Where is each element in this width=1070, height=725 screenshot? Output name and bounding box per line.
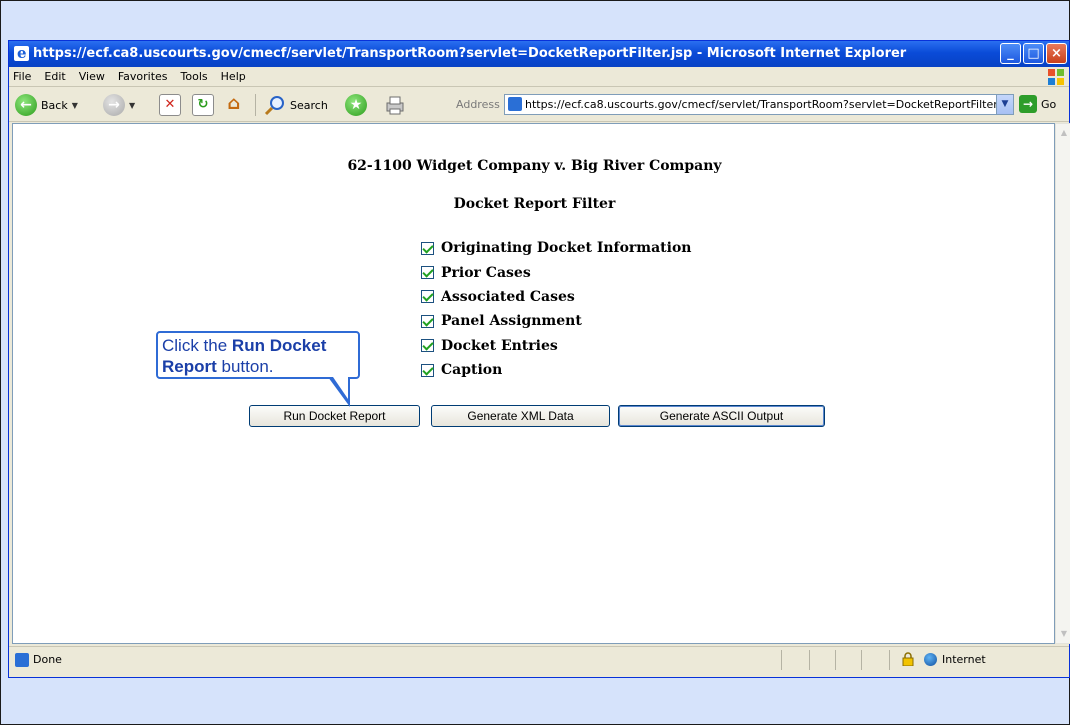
ie-icon xyxy=(14,41,29,66)
refresh-button[interactable]: ↻ xyxy=(192,92,214,118)
chevron-down-icon: ▼ xyxy=(129,100,136,110)
option-label: Docket Entries xyxy=(441,337,558,354)
menu-tools[interactable]: Tools xyxy=(181,67,208,86)
menu-favorites[interactable]: Favorites xyxy=(118,67,168,86)
home-icon: ⌂ xyxy=(227,93,241,114)
instruction-callout: Click the Run Docket Report button. xyxy=(156,331,360,379)
go-button[interactable]: → Go xyxy=(1019,95,1056,113)
option-row: Caption xyxy=(421,358,691,382)
callout-prefix: Click the xyxy=(162,336,232,355)
originating-docket-checkbox[interactable] xyxy=(421,241,434,255)
status-divider xyxy=(861,650,862,670)
search-label: Search xyxy=(290,98,328,112)
option-row: Originating Docket Information xyxy=(421,236,691,260)
windows-logo-icon xyxy=(1048,69,1064,85)
form-title: Docket Report Filter xyxy=(453,196,616,212)
search-icon xyxy=(264,96,284,116)
run-docket-report-button[interactable]: Run Docket Report xyxy=(249,405,420,427)
callout-suffix: button. xyxy=(216,357,274,376)
back-label: Back xyxy=(41,98,68,112)
report-options: Originating Docket Information Prior Cas… xyxy=(421,236,691,382)
option-row: Prior Cases xyxy=(421,260,691,284)
menu-file[interactable]: File xyxy=(13,67,31,86)
callout-pointer-fill xyxy=(333,377,348,399)
window-title: https://ecf.ca8.uscourts.gov/cmecf/servl… xyxy=(33,46,907,61)
status-divider xyxy=(835,650,836,670)
option-row: Associated Cases xyxy=(421,285,691,309)
status-bar: Done Internet xyxy=(9,646,1069,672)
option-label: Caption xyxy=(441,362,503,379)
option-label: Associated Cases xyxy=(441,288,575,305)
favorites-button[interactable]: ★ xyxy=(345,92,367,118)
menu-view[interactable]: View xyxy=(79,67,105,86)
print-button[interactable] xyxy=(384,92,406,118)
case-title: 62-1100 Widget Company v. Big River Comp… xyxy=(347,158,722,174)
refresh-icon: ↻ xyxy=(192,94,214,116)
stop-icon: ✕ xyxy=(159,94,181,116)
menu-help[interactable]: Help xyxy=(221,67,246,86)
back-button[interactable]: ← Back ▼ xyxy=(15,92,78,118)
menu-bar: File Edit View Favorites Tools Help xyxy=(9,67,1069,87)
option-label: Originating Docket Information xyxy=(441,240,692,257)
address-value: https://ecf.ca8.uscourts.gov/cmecf/servl… xyxy=(525,98,1014,111)
generate-xml-button[interactable]: Generate XML Data xyxy=(431,405,610,427)
option-label: Panel Assignment xyxy=(441,313,582,330)
browser-window: https://ecf.ca8.uscourts.gov/cmecf/servl… xyxy=(8,40,1070,678)
associated-cases-checkbox[interactable] xyxy=(421,290,434,304)
page-icon xyxy=(508,97,522,111)
option-label: Prior Cases xyxy=(441,264,531,281)
generate-ascii-button[interactable]: Generate ASCII Output xyxy=(618,405,825,427)
go-arrow-icon: → xyxy=(1019,95,1037,113)
minimize-button[interactable]: _ xyxy=(1000,43,1021,64)
chevron-down-icon: ▼ xyxy=(71,100,78,110)
address-bar[interactable]: https://ecf.ca8.uscourts.gov/cmecf/servl… xyxy=(504,94,1014,115)
internet-zone-icon xyxy=(924,653,937,666)
close-button[interactable]: × xyxy=(1046,43,1067,64)
status-text: Done xyxy=(33,653,62,666)
print-icon xyxy=(386,96,404,115)
maximize-button[interactable]: □ xyxy=(1023,43,1044,64)
forward-button[interactable]: → ▼ xyxy=(103,92,135,118)
scroll-up-icon[interactable]: ▲ xyxy=(1057,126,1070,140)
title-bar: https://ecf.ca8.uscourts.gov/cmecf/servl… xyxy=(9,41,1069,67)
lock-icon xyxy=(902,652,914,666)
forward-arrow-icon: → xyxy=(103,94,125,116)
go-label: Go xyxy=(1041,97,1057,111)
stop-button[interactable]: ✕ xyxy=(159,92,181,118)
back-arrow-icon: ← xyxy=(15,94,37,116)
caption-checkbox[interactable] xyxy=(421,363,434,377)
toolbar-divider xyxy=(255,94,256,116)
option-row: Panel Assignment xyxy=(421,309,691,333)
favorites-icon: ★ xyxy=(345,94,367,116)
prior-cases-checkbox[interactable] xyxy=(421,266,434,280)
status-divider xyxy=(781,650,782,670)
page-status-icon xyxy=(15,653,29,667)
option-row: Docket Entries xyxy=(421,334,691,358)
search-button[interactable]: Search xyxy=(264,92,328,118)
status-divider xyxy=(889,650,890,670)
home-button[interactable]: ⌂ xyxy=(223,92,245,118)
address-dropdown-icon[interactable]: ▼ xyxy=(996,95,1013,114)
menu-edit[interactable]: Edit xyxy=(44,67,65,86)
panel-assignment-checkbox[interactable] xyxy=(421,314,434,328)
status-divider xyxy=(809,650,810,670)
security-zone: Internet xyxy=(942,653,986,666)
docket-entries-checkbox[interactable] xyxy=(421,339,434,353)
vertical-scrollbar[interactable]: ▲ ▼ xyxy=(1055,123,1070,644)
scroll-down-icon[interactable]: ▼ xyxy=(1057,627,1070,641)
address-label: Address xyxy=(456,98,500,111)
page-content: 62-1100 Widget Company v. Big River Comp… xyxy=(12,123,1055,644)
